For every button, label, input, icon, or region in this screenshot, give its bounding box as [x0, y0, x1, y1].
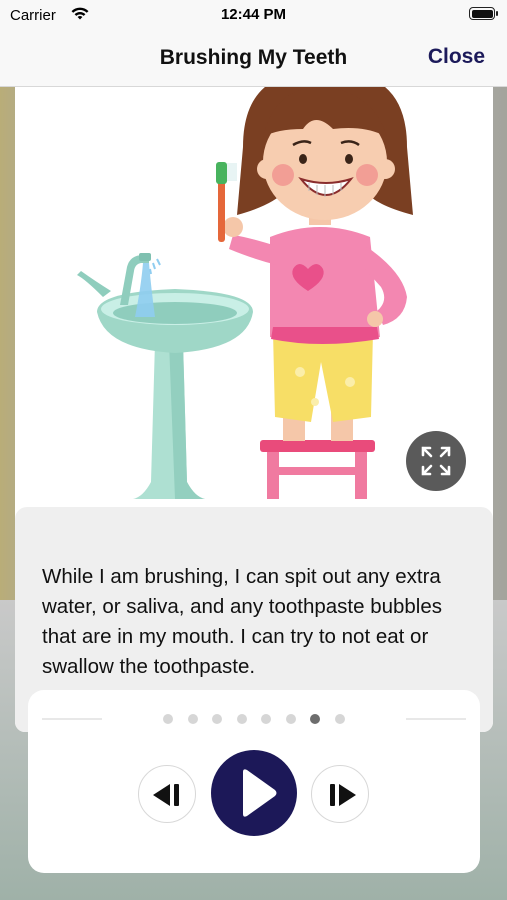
- status-time: 12:44 PM: [220, 6, 287, 23]
- page-dot[interactable]: [285, 714, 296, 724]
- story-text: While I am brushing, I can spit out any …: [42, 565, 443, 678]
- page-dot[interactable]: [163, 714, 174, 724]
- page-dot[interactable]: [334, 714, 345, 724]
- page-dot[interactable]: [212, 714, 223, 724]
- expand-icon: [421, 446, 451, 476]
- previous-button[interactable]: [138, 765, 196, 823]
- close-button[interactable]: Close: [428, 45, 485, 69]
- page-dot[interactable]: [187, 714, 198, 724]
- status-bar: Carrier 12:44 PM: [0, 0, 507, 34]
- navigation-bar: Brushing My Teeth Close: [0, 34, 507, 87]
- next-button[interactable]: [311, 765, 369, 823]
- page-dot[interactable]: [261, 714, 272, 724]
- playback-controls: [28, 690, 480, 873]
- next-icon: [330, 784, 356, 806]
- battery-icon: [469, 7, 498, 20]
- story-card: While I am brushing, I can spit out any …: [15, 87, 493, 732]
- page-dot[interactable]: [236, 714, 247, 724]
- expand-image-button[interactable]: [406, 431, 466, 491]
- play-icon: [243, 769, 277, 817]
- page-dot[interactable]: [310, 714, 321, 724]
- divider-right: [406, 718, 466, 720]
- play-button[interactable]: [211, 750, 297, 836]
- previous-icon: [153, 784, 179, 806]
